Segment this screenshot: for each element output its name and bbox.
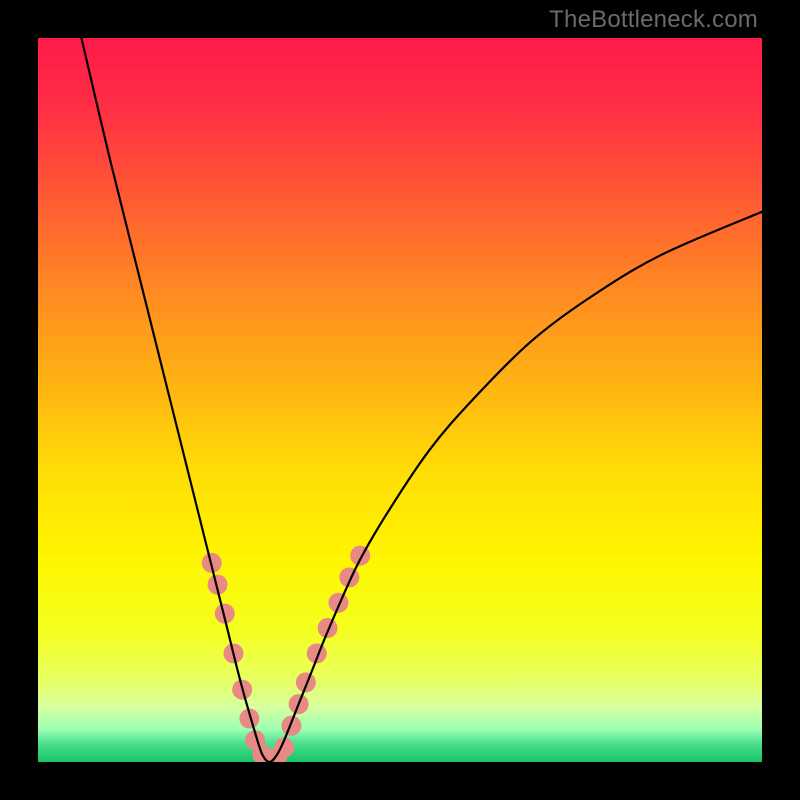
chart-frame: TheBottleneck.com xyxy=(0,0,800,800)
data-marker xyxy=(328,593,348,613)
data-marker xyxy=(281,716,301,736)
data-markers xyxy=(202,546,370,762)
curve-layer xyxy=(38,38,762,762)
watermark-text: TheBottleneck.com xyxy=(549,6,758,34)
data-marker xyxy=(318,618,338,638)
bottleneck-curve xyxy=(81,38,762,762)
data-marker xyxy=(296,672,316,692)
plot-area xyxy=(38,38,762,762)
